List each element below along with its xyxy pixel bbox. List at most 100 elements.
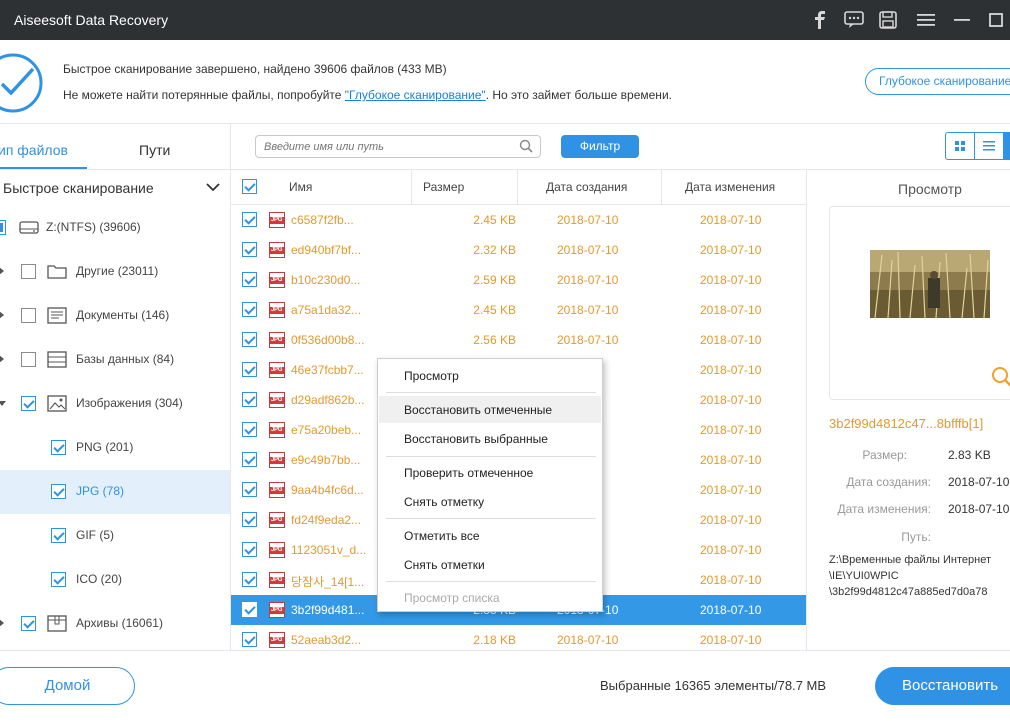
tree-item-jpg[interactable]: JPG (78) xyxy=(0,470,230,514)
recover-button[interactable]: Восстановить xyxy=(875,667,1010,705)
table-row[interactable]: JPG a75a1da32... 2.45 KB 2018-07-10 2018-07-… xyxy=(231,295,806,325)
column-size[interactable]: Размер xyxy=(423,180,464,194)
select-all-checkbox[interactable] xyxy=(242,179,257,194)
tree-item-label: GIF (5) xyxy=(76,528,114,542)
file-modified: 2018-07-10 xyxy=(700,213,762,227)
bottom-bar: Домой Выбранные 16365 элементы/78.7 MB В… xyxy=(0,650,1010,728)
archives-checkbox[interactable] xyxy=(21,616,36,631)
menu-item-preview[interactable]: Просмотр xyxy=(404,369,459,383)
row-checkbox[interactable] xyxy=(242,272,257,287)
other-checkbox[interactable] xyxy=(21,264,36,279)
file-size: 2.32 KB xyxy=(473,243,516,257)
table-row[interactable]: JPG 0f536d00b8... 2.56 KB 2018-07-10 2018-07… xyxy=(231,325,806,355)
row-checkbox[interactable] xyxy=(242,632,257,647)
tab-divider xyxy=(0,169,230,170)
expand-arrow-icon[interactable] xyxy=(0,355,4,363)
expand-arrow-icon[interactable] xyxy=(0,267,4,275)
list-view-icon[interactable] xyxy=(975,133,1003,159)
search-icon[interactable] xyxy=(519,139,533,156)
row-checkbox[interactable] xyxy=(242,332,257,347)
row-checkbox[interactable] xyxy=(242,512,257,527)
tab-file-types[interactable]: ип файлов xyxy=(0,142,68,158)
deep-scan-link[interactable]: "Глубокое сканирование" xyxy=(345,88,486,102)
tab-paths[interactable]: Пути xyxy=(139,142,170,158)
file-name: 1123051v_d... xyxy=(291,543,367,557)
tree-item-label: Архивы (16061) xyxy=(76,616,163,630)
menu-item-recover-selected[interactable]: Восстановить выбранные xyxy=(404,432,548,446)
detail-view-icon[interactable] xyxy=(1003,133,1010,159)
documents-checkbox[interactable] xyxy=(21,308,36,323)
save-icon[interactable] xyxy=(876,8,900,32)
png-checkbox[interactable] xyxy=(51,440,66,455)
menu-item-recover-checked[interactable]: Восстановить отмеченные xyxy=(404,403,552,417)
column-modified[interactable]: Дата изменения xyxy=(685,180,775,194)
filter-button[interactable]: Фильтр xyxy=(561,135,639,158)
search-box[interactable] xyxy=(255,135,541,158)
table-row[interactable]: JPG ed940bf7bf... 2.32 KB 2018-07-10 2018-07… xyxy=(231,235,806,265)
tree-item-databases[interactable]: Базы данных (84) xyxy=(0,338,230,382)
file-modified: 2018-07-10 xyxy=(700,273,762,287)
row-checkbox[interactable] xyxy=(242,572,257,587)
jpg-file-icon: JPG xyxy=(269,242,285,258)
tree-item-ico[interactable]: ICO (20) xyxy=(0,558,230,602)
home-button[interactable]: Домой xyxy=(0,667,135,705)
row-checkbox[interactable] xyxy=(242,452,257,467)
tree-item-documents[interactable]: Документы (146) xyxy=(0,294,230,338)
table-row[interactable]: JPG 52aeab3d2... 2.18 KB 2018-07-10 2018-07-… xyxy=(231,625,806,650)
maximize-icon[interactable] xyxy=(984,8,1008,32)
table-row[interactable]: JPG c6587f2fb... 2.45 KB 2018-07-10 2018-07-… xyxy=(231,205,806,235)
facebook-icon[interactable] xyxy=(808,8,832,32)
collapse-arrow-icon[interactable] xyxy=(0,401,6,406)
ico-checkbox[interactable] xyxy=(51,572,66,587)
row-checkbox[interactable] xyxy=(242,602,257,617)
row-checkbox[interactable] xyxy=(242,482,257,497)
expand-arrow-icon[interactable] xyxy=(0,619,4,627)
menu-item-check-marked[interactable]: Проверить отмеченное xyxy=(404,466,533,480)
title-bar: Aiseesoft Data Recovery xyxy=(0,0,1010,40)
file-modified: 2018-07-10 xyxy=(700,243,762,257)
minimize-icon[interactable] xyxy=(950,8,974,32)
file-name: ed940bf7bf... xyxy=(291,243,362,257)
gif-checkbox[interactable] xyxy=(51,528,66,543)
row-checkbox[interactable] xyxy=(242,242,257,257)
chevron-down-icon[interactable] xyxy=(205,180,221,197)
databases-checkbox[interactable] xyxy=(21,352,36,367)
column-created[interactable]: Дата создания xyxy=(546,180,627,194)
row-checkbox[interactable] xyxy=(242,362,257,377)
expand-arrow-icon[interactable] xyxy=(0,311,4,319)
created-value: 2018-07-10 xyxy=(948,475,1010,489)
zoom-icon[interactable] xyxy=(991,366,1010,391)
file-size: 2.45 KB xyxy=(473,303,516,317)
tree-item-label: Z:(NTFS) (39606) xyxy=(46,220,141,234)
column-name[interactable]: Имя xyxy=(289,180,312,194)
tree-item-drive[interactable]: Z:(NTFS) (39606) xyxy=(0,206,230,250)
app-title: Aiseesoft Data Recovery xyxy=(14,12,169,28)
file-modified: 2018-07-10 xyxy=(700,453,762,467)
feedback-icon[interactable] xyxy=(842,8,866,32)
jpg-checkbox[interactable] xyxy=(51,484,66,499)
menu-icon[interactable] xyxy=(914,8,938,32)
drive-checkbox[interactable] xyxy=(0,220,6,235)
tree-item-png[interactable]: PNG (201) xyxy=(0,426,230,470)
tree-item-gif[interactable]: GIF (5) xyxy=(0,514,230,558)
file-modified: 2018-07-10 xyxy=(700,333,762,347)
row-checkbox[interactable] xyxy=(242,542,257,557)
scan-mode-select[interactable]: Быстрое сканирование xyxy=(3,180,154,196)
menu-item-check-all[interactable]: Отметить все xyxy=(404,529,480,543)
menu-item-uncheck[interactable]: Снять отметку xyxy=(404,495,484,509)
tree-item-label: JPG (78) xyxy=(76,484,125,498)
deep-scan-button[interactable]: Глубокое сканирование xyxy=(865,68,1010,95)
tree-item-archives[interactable]: Архивы (16061) xyxy=(0,602,230,646)
row-checkbox[interactable] xyxy=(242,392,257,407)
grid-view-icon[interactable] xyxy=(946,133,975,159)
tree-item-images[interactable]: Изображения (304) xyxy=(0,382,230,426)
preview-thumbnail xyxy=(870,250,990,318)
row-checkbox[interactable] xyxy=(242,302,257,317)
menu-item-uncheck-all[interactable]: Снять отметки xyxy=(404,558,485,572)
tree-item-other[interactable]: Другие (23011) xyxy=(0,250,230,294)
row-checkbox[interactable] xyxy=(242,212,257,227)
table-row[interactable]: JPG b10c230d0... 2.59 KB 2018-07-10 2018-07-… xyxy=(231,265,806,295)
row-checkbox[interactable] xyxy=(242,422,257,437)
images-checkbox[interactable] xyxy=(21,396,36,411)
search-input[interactable] xyxy=(264,139,514,155)
